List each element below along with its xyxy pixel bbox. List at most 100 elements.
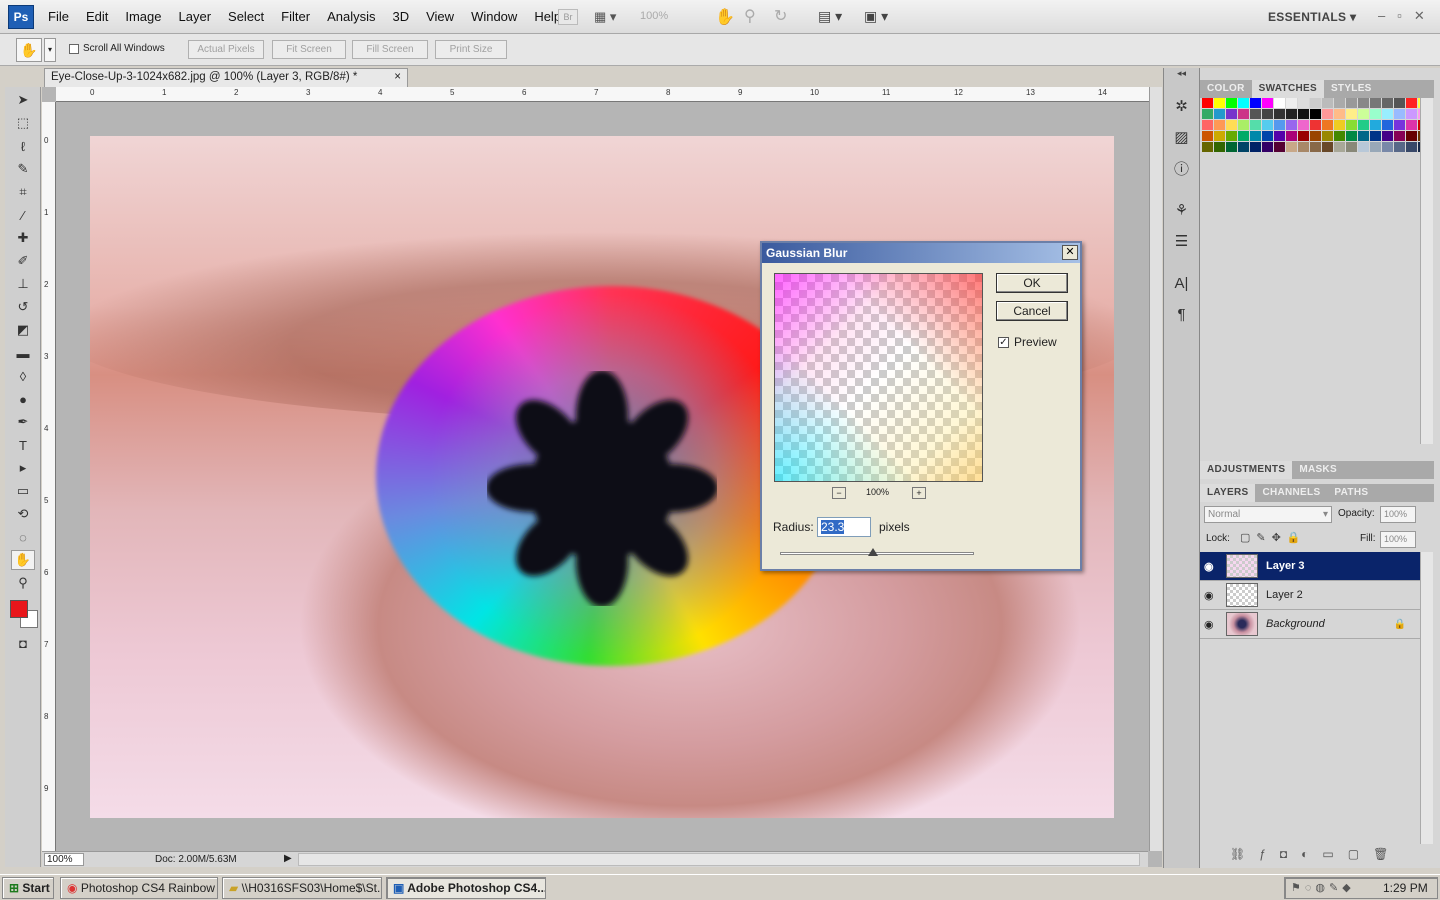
color-swatch[interactable]	[1358, 98, 1369, 108]
color-swatch[interactable]	[1370, 131, 1381, 141]
hand-tool-icon[interactable]: ✋	[11, 550, 35, 570]
color-swatch[interactable]	[1334, 98, 1345, 108]
color-swatch[interactable]	[1286, 142, 1297, 152]
3d-orbit-tool-icon[interactable]: ◌	[11, 527, 35, 547]
color-swatch[interactable]	[1250, 98, 1261, 108]
color-swatch[interactable]	[1334, 109, 1345, 119]
color-swatch[interactable]	[1250, 131, 1261, 141]
color-swatch[interactable]	[1394, 98, 1405, 108]
color-swatch[interactable]	[1298, 142, 1309, 152]
color-swatch[interactable]	[1310, 109, 1321, 119]
color-swatch[interactable]	[1262, 98, 1273, 108]
color-swatch[interactable]	[1358, 142, 1369, 152]
task-chrome[interactable]: ◉ Photoshop CS4 Rainbow ...	[60, 877, 218, 899]
layer-row-layer-2[interactable]: ◉ Layer 2	[1200, 581, 1420, 610]
swatch-grid[interactable]	[1202, 98, 1429, 152]
cancel-button[interactable]: Cancel	[996, 301, 1068, 321]
color-swatch[interactable]	[1406, 131, 1417, 141]
gradient-tool-icon[interactable]: ▬	[11, 343, 35, 363]
color-swatch[interactable]	[1406, 109, 1417, 119]
color-swatch[interactable]	[1322, 142, 1333, 152]
paragraph-icon[interactable]: ¶	[1171, 303, 1193, 325]
radius-input[interactable]: 23.3	[817, 517, 871, 537]
eye-icon[interactable]: ◉	[1204, 589, 1218, 602]
hand-tool-preset-icon[interactable]: ✋	[16, 38, 42, 62]
color-swatch[interactable]	[1238, 98, 1249, 108]
color-swatch[interactable]	[1346, 109, 1357, 119]
ok-button[interactable]: OK	[996, 273, 1068, 293]
navigator-icon[interactable]: ✲	[1171, 95, 1193, 117]
color-swatch[interactable]	[1346, 98, 1357, 108]
foreground-color-swatch[interactable]	[10, 600, 28, 618]
histogram-icon[interactable]: ▨	[1171, 126, 1193, 148]
color-swatch[interactable]	[1394, 131, 1405, 141]
healing-brush-tool-icon[interactable]: ✚	[11, 228, 35, 248]
eyedropper-tool-icon[interactable]: ⁄	[11, 205, 35, 225]
rotate-view-icon[interactable]: ↻	[774, 6, 787, 26]
color-swatch[interactable]	[1298, 98, 1309, 108]
document-tab[interactable]: Eye-Close-Up-3-1024x682.jpg @ 100% (Laye…	[44, 68, 408, 87]
color-swatch[interactable]	[1370, 98, 1381, 108]
color-swatch[interactable]	[1310, 142, 1321, 152]
color-swatch[interactable]	[1406, 120, 1417, 130]
color-swatch[interactable]	[1322, 109, 1333, 119]
workspace-switcher[interactable]: ESSENTIALS ▾	[1268, 10, 1356, 24]
task-photoshop[interactable]: ▣ Adobe Photoshop CS4...	[386, 877, 546, 899]
color-swatch[interactable]	[1322, 120, 1333, 130]
type-tool-icon[interactable]: T	[11, 435, 35, 455]
tray-icons[interactable]: ⚑◌◍✎◆	[1291, 881, 1355, 894]
color-swatch[interactable]	[1286, 120, 1297, 130]
eraser-tool-icon[interactable]: ◩	[11, 320, 35, 340]
quick-mask-icon[interactable]: ◘	[11, 633, 35, 653]
color-swatch[interactable]	[1202, 120, 1213, 130]
layers-scrollbar[interactable]	[1420, 552, 1433, 844]
window-controls[interactable]: –▫✕	[1378, 8, 1437, 24]
color-swatch[interactable]	[1274, 98, 1285, 108]
lock-icons[interactable]: ▢✎✥🔒	[1240, 531, 1307, 544]
color-swatch[interactable]	[1358, 120, 1369, 130]
arrange-documents-icon[interactable]: ▤ ▾	[818, 8, 842, 25]
bridge-button[interactable]: Br	[558, 9, 578, 25]
zoom-tool-icon[interactable]: ⚲	[744, 6, 756, 26]
status-zoom[interactable]: 100%	[44, 853, 84, 866]
color-swatch[interactable]	[1262, 109, 1273, 119]
eye-icon[interactable]: ◉	[1204, 618, 1218, 631]
vertical-scrollbar[interactable]	[1149, 87, 1162, 851]
menu-filter[interactable]: Filter	[281, 9, 310, 24]
zoom-out-button[interactable]: −	[832, 487, 846, 499]
marquee-tool-icon[interactable]: ⬚	[11, 113, 35, 133]
color-swatch[interactable]	[1370, 142, 1381, 152]
fill-field[interactable]: 100%	[1380, 531, 1416, 548]
color-swatch[interactable]	[1214, 142, 1225, 152]
color-swatch[interactable]	[1394, 142, 1405, 152]
color-swatch[interactable]	[1322, 98, 1333, 108]
clone-stamp-tool-icon[interactable]: ⊥	[11, 274, 35, 294]
color-swatch[interactable]	[1238, 109, 1249, 119]
lasso-tool-icon[interactable]: ℓ	[11, 136, 35, 156]
radius-slider-handle[interactable]	[868, 548, 878, 556]
swatches-scrollbar[interactable]	[1420, 98, 1433, 444]
menu-layer[interactable]: Layer	[179, 9, 212, 24]
zoom-in-button[interactable]: +	[912, 487, 926, 499]
color-swatch[interactable]	[1286, 98, 1297, 108]
menu-edit[interactable]: Edit	[86, 9, 108, 24]
actual-pixels-button[interactable]: Actual Pixels	[188, 40, 264, 59]
menu-view[interactable]: View	[426, 9, 454, 24]
color-swatch[interactable]	[1250, 109, 1261, 119]
color-swatch[interactable]	[1274, 120, 1285, 130]
pen-tool-icon[interactable]: ✒	[11, 412, 35, 432]
color-swatch[interactable]	[1286, 109, 1297, 119]
color-swatch[interactable]	[1298, 120, 1309, 130]
tab-paths[interactable]: PATHS	[1327, 484, 1375, 502]
tab-masks[interactable]: MASKS	[1292, 461, 1344, 479]
layer-actions[interactable]: ⛓ƒ◘◐▭▢🗑	[1230, 847, 1402, 861]
blur-preview[interactable]	[774, 273, 983, 482]
color-swatch[interactable]	[1310, 120, 1321, 130]
menu-window[interactable]: Window	[471, 9, 517, 24]
color-swatch[interactable]	[1262, 142, 1273, 152]
color-swatch[interactable]	[1358, 131, 1369, 141]
color-swatch[interactable]	[1238, 131, 1249, 141]
menu-file[interactable]: File	[48, 9, 69, 24]
blend-mode-select[interactable]: Normal ▾	[1204, 506, 1332, 523]
color-swatch[interactable]	[1334, 131, 1345, 141]
